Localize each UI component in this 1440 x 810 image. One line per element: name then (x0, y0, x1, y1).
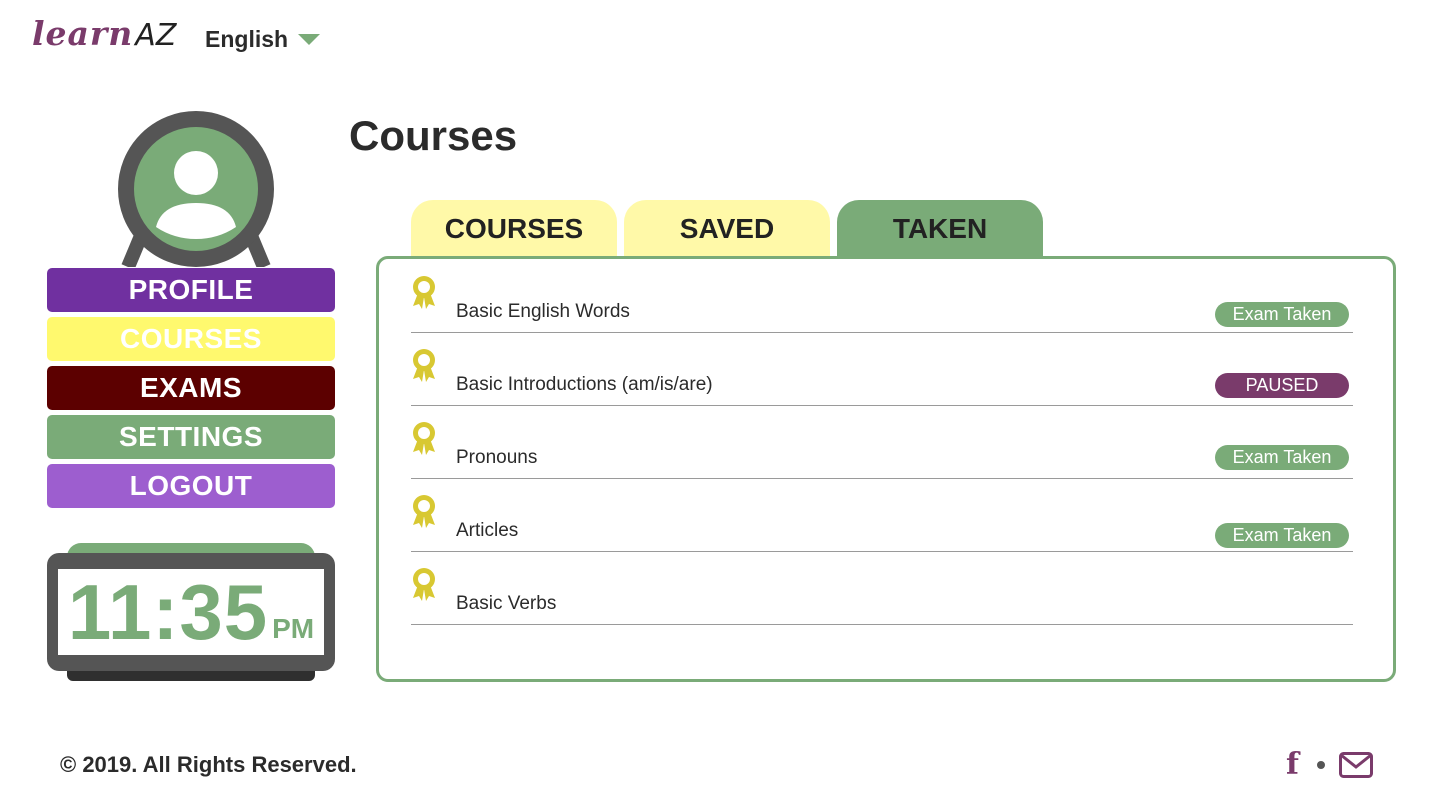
award-ribbon-icon (413, 495, 435, 528)
clock-frame: 11:35 PM (47, 553, 335, 671)
status-badge: PAUSED (1215, 373, 1349, 398)
sidebar-item-profile[interactable]: PROFILE (47, 268, 335, 312)
list-item[interactable]: Basic Introductions (am/is/are) PAUSED (411, 332, 1353, 406)
status-badge: Exam Taken (1215, 523, 1349, 548)
tab-saved[interactable]: SAVED (624, 200, 830, 258)
sidebar-menu: PROFILE COURSES EXAMS SETTINGS LOGOUT (47, 268, 335, 513)
social-links: f (1286, 750, 1373, 780)
separator-dot (1316, 761, 1325, 769)
brand-logo-az: AZ (135, 18, 177, 53)
course-name: Articles (456, 520, 519, 541)
course-name: Basic Verbs (456, 593, 557, 614)
language-selected: English (205, 26, 289, 52)
tab-courses[interactable]: COURSES (411, 200, 617, 258)
clock-face: 11:35 PM (58, 569, 324, 655)
brand-logo[interactable]: learn AZ (32, 14, 176, 58)
status-badge: Exam Taken (1215, 445, 1349, 470)
tab-taken[interactable]: TAKEN (837, 200, 1043, 258)
award-ribbon-icon (413, 422, 435, 455)
course-name: Pronouns (456, 447, 538, 468)
clock-time: 11:35 (67, 568, 269, 656)
award-ribbon-icon (413, 568, 435, 601)
clock-ampm: PM (272, 613, 315, 644)
sidebar-item-logout[interactable]: LOGOUT (47, 464, 335, 508)
course-name: Basic English Words (456, 301, 630, 322)
award-ribbon-icon (413, 349, 435, 382)
footer-copyright: © 2019. All Rights Reserved. (60, 752, 357, 777)
list-item[interactable]: Articles Exam Taken (411, 478, 1353, 552)
sidebar-item-exams[interactable]: EXAMS (47, 366, 335, 410)
list-item[interactable]: Basic Verbs (411, 551, 1353, 625)
brand-logo-learn: learn (32, 14, 134, 53)
page-title: Courses (349, 112, 518, 159)
user-avatar-icon[interactable] (118, 111, 274, 270)
list-item[interactable]: Basic English Words Exam Taken (411, 259, 1353, 333)
status-badge: Exam Taken (1215, 302, 1349, 327)
mail-icon[interactable] (1338, 752, 1373, 778)
sidebar-item-settings[interactable]: SETTINGS (47, 415, 335, 459)
clock-widget: 11:35 PM (47, 543, 335, 683)
course-name: Basic Introductions (am/is/are) (456, 374, 713, 395)
list-item[interactable]: Pronouns Exam Taken (411, 405, 1353, 479)
caret-down-icon (298, 34, 321, 45)
award-ribbon-icon (413, 276, 435, 309)
language-selector[interactable]: English (205, 26, 321, 53)
facebook-icon[interactable]: f (1286, 750, 1299, 780)
courses-panel: Basic English Words Exam Taken Basic Int… (376, 256, 1396, 682)
sidebar-item-courses[interactable]: COURSES (47, 317, 335, 361)
